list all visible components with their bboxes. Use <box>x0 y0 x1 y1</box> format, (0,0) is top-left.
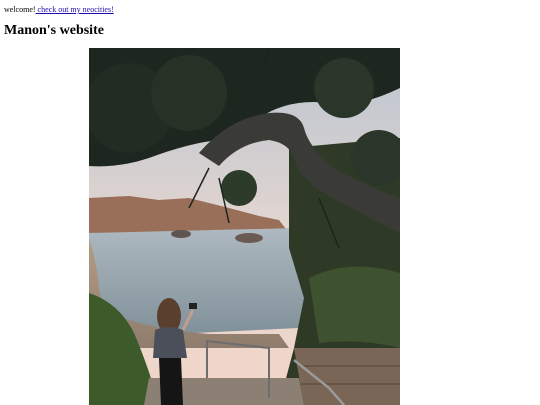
neocities-link[interactable]: check out my neocities! <box>36 5 114 14</box>
page-title: Manon's website <box>4 23 104 38</box>
page: welcome! check out my neocities! Manon's… <box>0 0 540 405</box>
welcome-text: welcome! <box>4 5 36 14</box>
welcome-line: welcome! check out my neocities! <box>4 5 114 15</box>
cove-photo <box>89 48 400 405</box>
